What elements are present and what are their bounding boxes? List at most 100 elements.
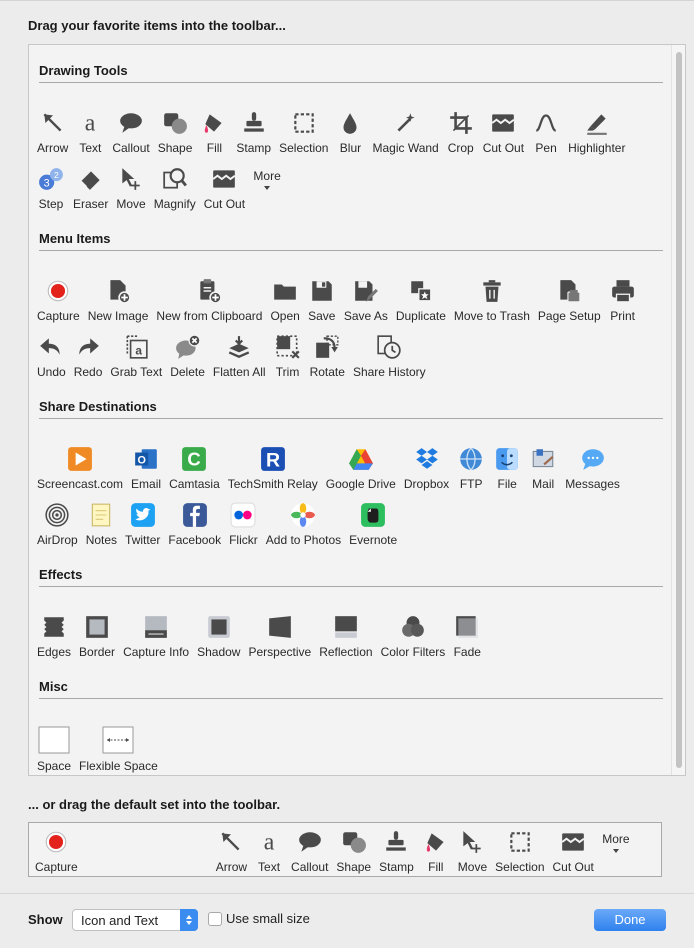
toolbar-item-selection[interactable]: Selection [491,828,548,874]
toolbar-item-flexible-space[interactable]: Flexible Space [75,725,162,773]
record-icon [42,828,70,856]
toolbar-item-stamp[interactable]: Stamp [232,109,275,155]
toolbar-item-move[interactable]: Move [112,165,149,211]
toolbar-item-magic-wand[interactable]: Magic Wand [368,109,442,155]
toolbar-item-twitter[interactable]: Twitter [121,501,164,547]
toolbar-item-arrow[interactable]: Arrow [212,828,251,874]
toolbar-item-flickr[interactable]: Flickr [225,501,262,547]
toolbar-item-facebook[interactable]: Facebook [164,501,225,547]
toolbar-item-new-from-clipboard[interactable]: New from Clipboard [152,277,266,323]
toolbar-item-move-to-trash[interactable]: Move to Trash [450,277,534,323]
toolbar-item-dropbox[interactable]: Dropbox [400,445,453,491]
toolbar-item-shape[interactable]: Shape [332,828,375,874]
toolbar-item-cut-out[interactable]: Cut Out [549,828,598,874]
toolbar-item-ftp[interactable]: FTP [453,445,489,491]
default-toolbar-set[interactable]: Capture Arrow a Text Callout Shape Stamp Fill Mo… [28,822,662,877]
done-button[interactable]: Done [594,909,666,931]
toolbar-item-highlighter[interactable]: Highlighter [564,109,629,155]
more-label: More [253,168,281,183]
toolbar-item-save-as[interactable]: Save As [340,277,392,323]
toolbar-item-step[interactable]: 3 2 Step [33,165,69,211]
toolbar-item-shape[interactable]: Shape [154,109,197,155]
toolbar-item-camtasia[interactable]: C Camtasia [165,445,224,491]
toolbar-item-edges[interactable]: Edges [33,613,75,659]
toolbar-item-save[interactable]: Save [304,277,340,323]
toolbar-item-label: TechSmith Relay [227,477,318,491]
arrow-icon [217,828,245,856]
toolbar-item-eraser[interactable]: Eraser [69,165,112,211]
toolbar-item-flatten-all[interactable]: Flatten All [209,333,270,379]
toolbar-item-move[interactable]: Move [454,828,491,874]
toolbar-item-text[interactable]: a Text [251,828,287,874]
section-title-menu-items: Menu Items [39,231,111,246]
toolbar-item-space[interactable]: Space [33,725,75,773]
toolbar-item-color-filters[interactable]: Color Filters [377,613,450,659]
toolbar-item-fade[interactable]: Fade [449,613,485,659]
toolbar-item-shadow[interactable]: Shadow [193,613,244,659]
toolbar-item-fill[interactable]: Fill [196,109,232,155]
toolbar-item-label: Rotate [309,365,345,379]
toolbar-item-reflection[interactable]: Reflection [315,613,376,659]
toolbar-item-trim[interactable]: Trim [270,333,306,379]
toolbar-item-google-drive[interactable]: Google Drive [322,445,400,491]
toolbar-item-messages[interactable]: Messages [561,445,624,491]
toolbar-item-page-setup[interactable]: Page Setup [534,277,605,323]
toolbar-item-capture-info[interactable]: Capture Info [119,613,193,659]
duplicate-icon [407,277,435,305]
toolbar-item-crop[interactable]: Crop [443,109,479,155]
toolbar-item-cut-out[interactable]: Cut Out [479,109,528,155]
toolbar-item-evernote[interactable]: Evernote [345,501,401,547]
toolbar-item-screencast-com[interactable]: Screencast.com [33,445,127,491]
toolbar-item-print[interactable]: Print [605,277,641,323]
show-mode-value: Icon and Text [81,913,159,928]
toolbar-item-fill[interactable]: Fill [418,828,454,874]
scrollbar-thumb[interactable] [676,52,682,768]
toolbar-item-open[interactable]: Open [266,277,303,323]
toolbar-item-share-history[interactable]: Share History [349,333,430,379]
toolbar-item-label: Open [270,309,300,323]
toolbar-item-delete[interactable]: Delete [166,333,209,379]
toolbar-item-add-to-photos[interactable]: Add to Photos [262,501,345,547]
toolbar-item-more[interactable]: More [598,828,634,856]
show-mode-select[interactable]: Icon and Text [72,909,198,931]
toolbar-item-more[interactable]: More [249,165,285,193]
toolbar-item-mail[interactable]: Mail [525,445,561,491]
toolbar-item-label: Selection [495,860,545,874]
toolbar-item-arrow[interactable]: Arrow [33,109,72,155]
toolbar-item-label: Crop [447,141,474,155]
toolbar-item-new-image[interactable]: New Image [84,277,153,323]
toolbar-item-duplicate[interactable]: Duplicate [392,277,450,323]
toolbar-item-text[interactable]: a Text [72,109,108,155]
small-size-checkbox[interactable] [208,912,222,926]
toolbar-item-cut-out[interactable]: Cut Out [200,165,249,211]
toolbar-item-pen[interactable]: Pen [528,109,564,155]
toolbar-item-label: Shape [336,860,372,874]
toolbar-item-border[interactable]: Border [75,613,119,659]
toolbar-item-redo[interactable]: Redo [70,333,107,379]
toolbar-item-rotate[interactable]: Rotate [306,333,349,379]
toolbar-item-callout[interactable]: Callout [287,828,332,874]
shadow-icon [205,613,233,641]
toolbar-item-label: Trim [275,365,300,379]
toolbar-items-row: Screencast.com O Email C Camtasia R TechSmith … [33,445,624,491]
toolbar-item-file[interactable]: File [489,445,525,491]
fill-icon [200,109,228,137]
toolbar-item-email[interactable]: O Email [127,445,165,491]
toolbar-item-magnify[interactable]: Magnify [150,165,200,211]
toolbar-item-techsmith-relay[interactable]: R TechSmith Relay [224,445,322,491]
selection-icon [290,109,318,137]
toolbar-item-callout[interactable]: Callout [108,109,153,155]
toolbar-item-stamp[interactable]: Stamp [375,828,418,874]
toolbar-item-blur[interactable]: Blur [332,109,368,155]
toolbar-item-airdrop[interactable]: AirDrop [33,501,82,547]
toolbar-item-perspective[interactable]: Perspective [244,613,315,659]
toolbar-item-notes[interactable]: Notes [82,501,121,547]
toolbar-item-capture[interactable]: Capture [31,828,82,874]
border-icon [83,613,111,641]
scrollbar[interactable] [671,45,685,775]
toolbar-item-selection[interactable]: Selection [275,109,332,155]
toolbar-item-capture[interactable]: Capture [33,277,84,323]
share-history-icon [375,333,403,361]
toolbar-item-grab-text[interactable]: a Grab Text [106,333,166,379]
toolbar-item-undo[interactable]: Undo [33,333,70,379]
